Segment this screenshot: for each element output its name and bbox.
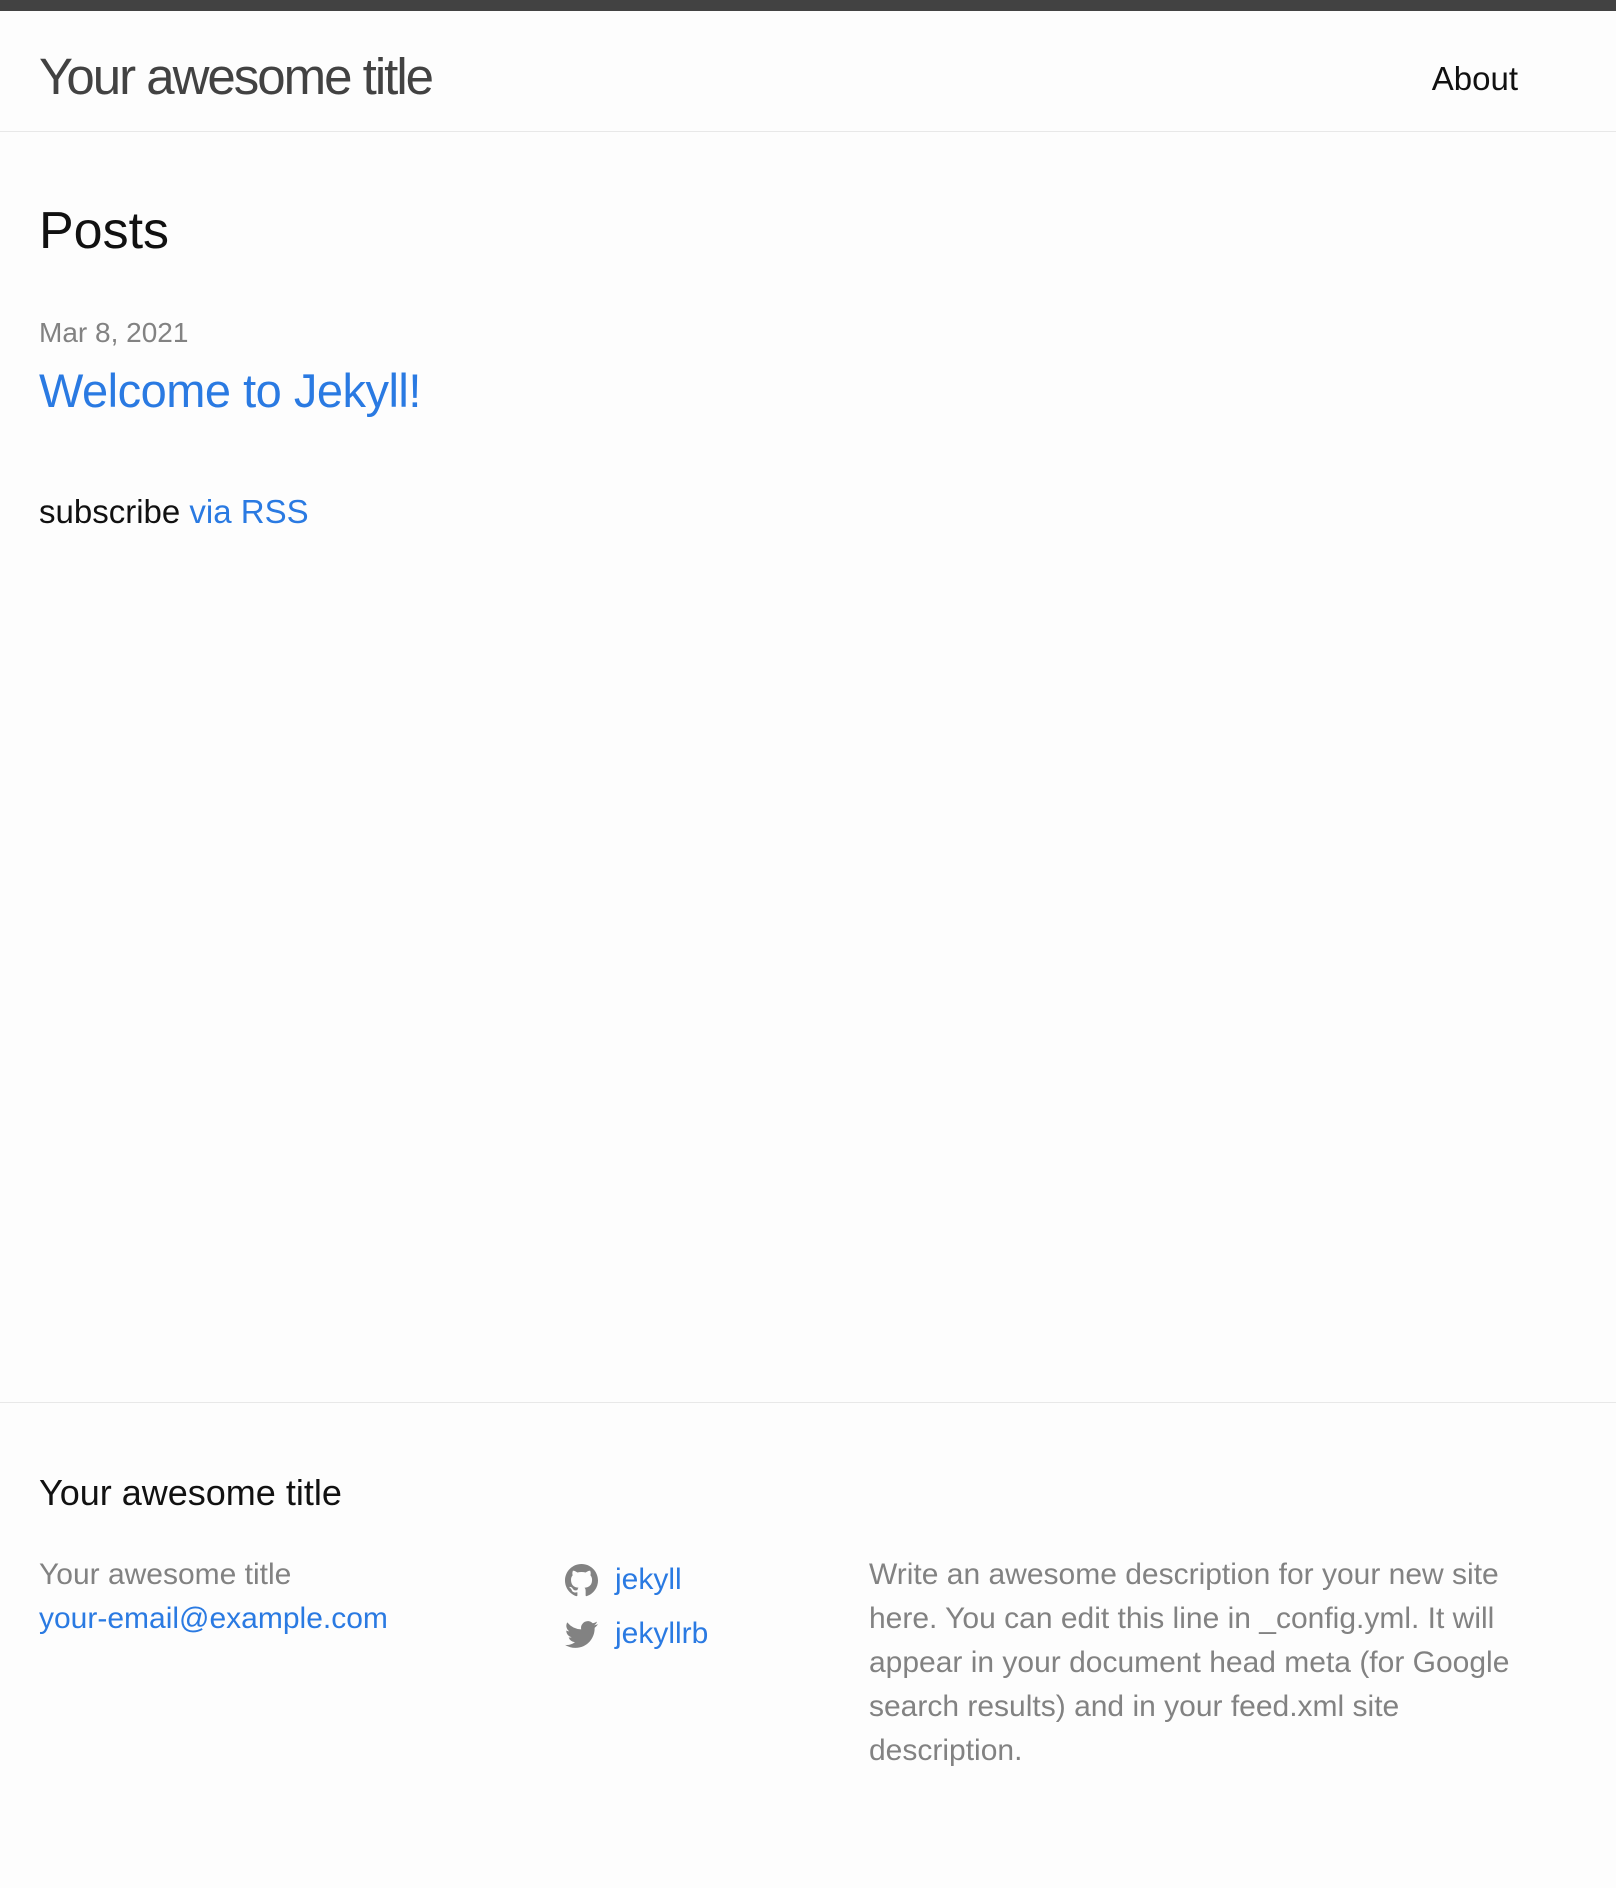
site-header: Your awesome title About bbox=[0, 0, 1616, 132]
footer-contact-list: Your awesome title your-email@example.co… bbox=[39, 1553, 388, 1641]
footer-email-link[interactable]: your-email@example.com bbox=[39, 1597, 388, 1641]
footer-contact-name: Your awesome title bbox=[39, 1558, 292, 1591]
social-item-twitter: jekyllrb bbox=[565, 1607, 708, 1661]
post-date: Mar 8, 2021 bbox=[39, 317, 189, 348]
footer-heading: Your awesome title bbox=[39, 1472, 342, 1513]
twitter-link[interactable]: jekyllrb bbox=[615, 1612, 708, 1656]
rss-link[interactable]: via RSS bbox=[189, 493, 308, 530]
site-title-link[interactable]: Your awesome title bbox=[39, 41, 434, 112]
github-icon bbox=[565, 1563, 598, 1596]
subscribe-label: subscribe bbox=[39, 493, 181, 530]
page-heading: Posts bbox=[39, 202, 170, 260]
subscribe-line: subscribe via RSS bbox=[39, 492, 309, 532]
nav-link-about[interactable]: About bbox=[1432, 56, 1518, 102]
site-footer: Your awesome title Your awesome title yo… bbox=[0, 1402, 1616, 1888]
footer-social-list: jekyll jekyllrb bbox=[565, 1553, 708, 1661]
site-description: Write an awesome description for your ne… bbox=[869, 1558, 1510, 1767]
social-item-github: jekyll bbox=[565, 1553, 708, 1607]
twitter-icon bbox=[565, 1620, 598, 1648]
post-title-link[interactable]: Welcome to Jekyll! bbox=[39, 363, 421, 419]
github-link[interactable]: jekyll bbox=[615, 1558, 682, 1602]
